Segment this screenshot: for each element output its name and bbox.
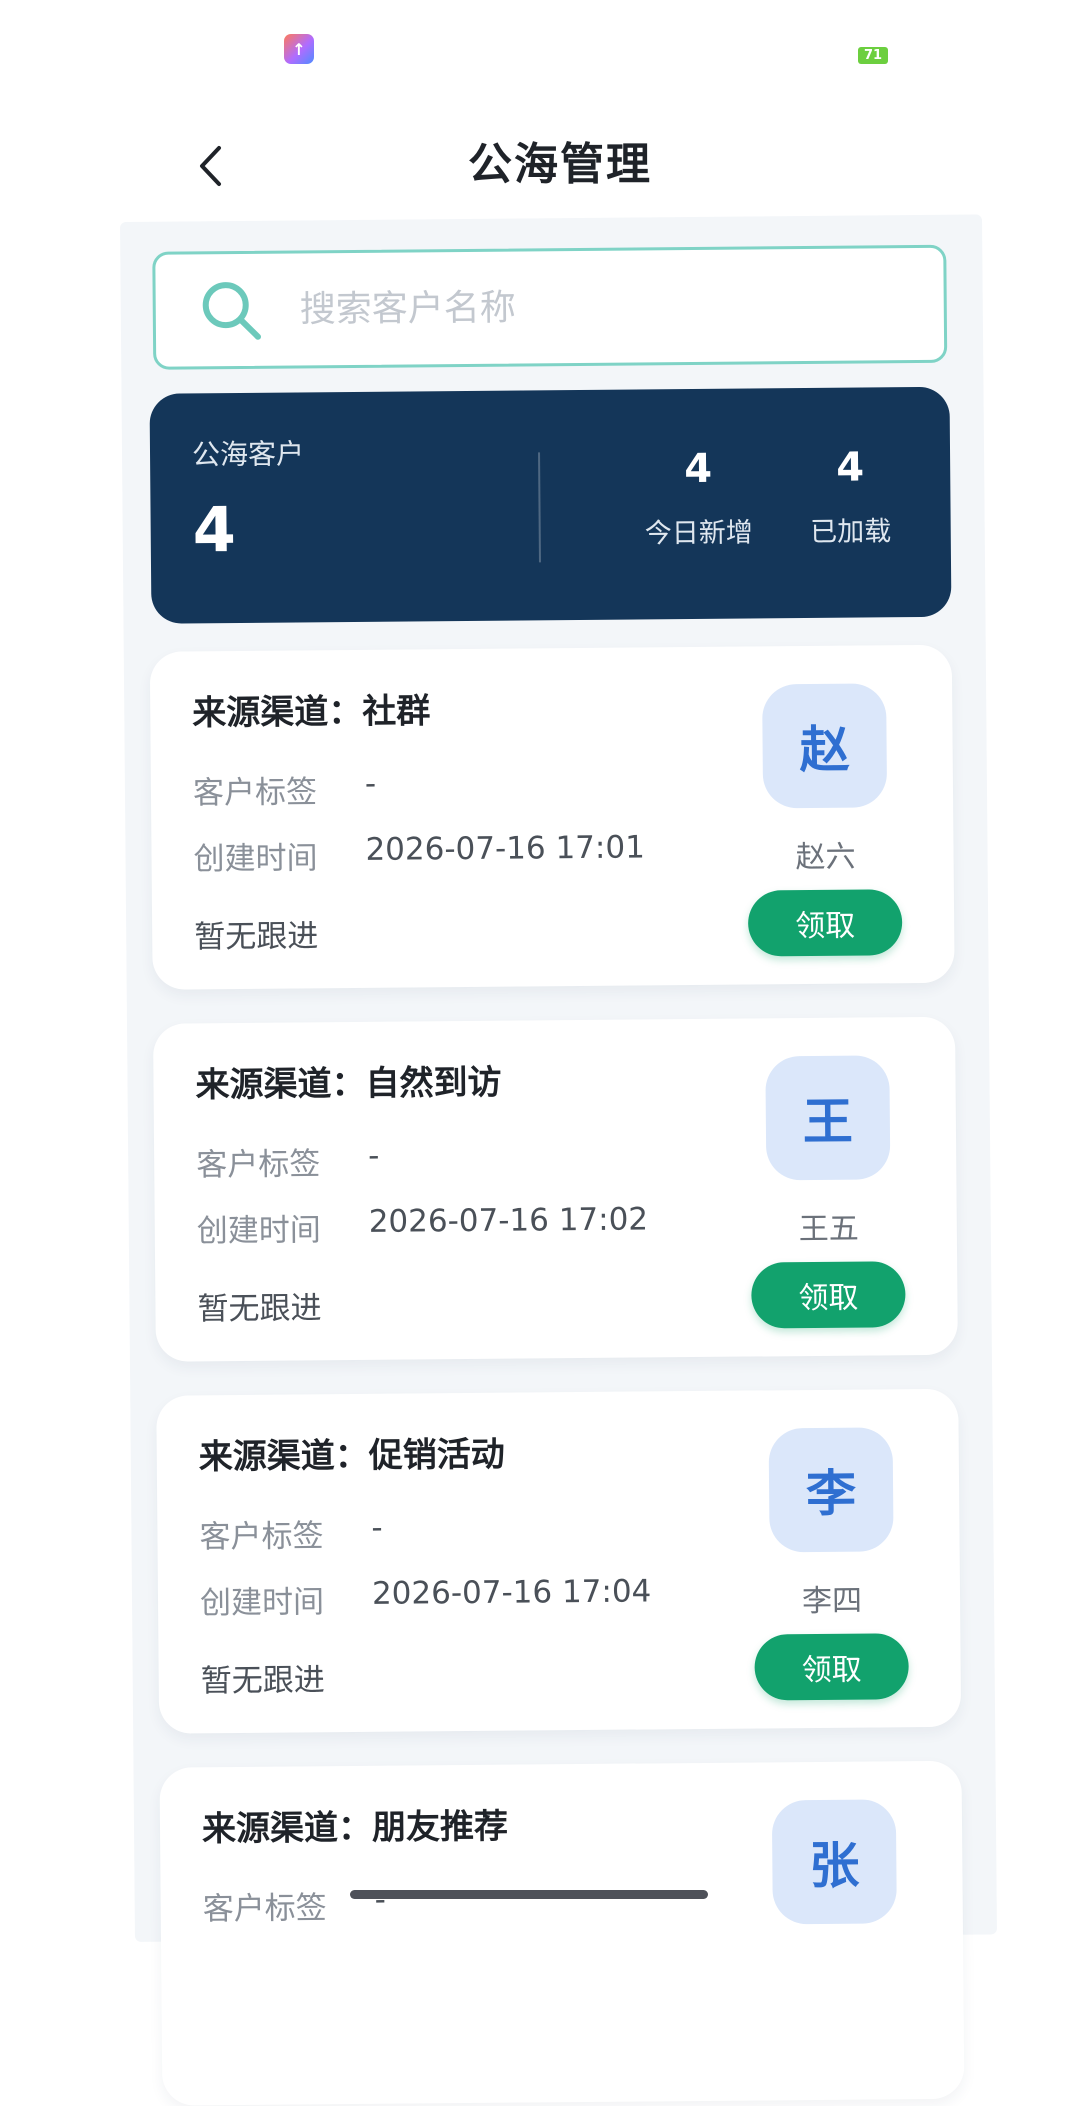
source-channel: 来源渠道：朋友推荐 — [201, 1806, 509, 1850]
source-channel: 来源渠道：自然到访 — [195, 1062, 502, 1106]
stats-card: 公海客户 4 4 今日新增 4 已加载 — [149, 386, 952, 624]
tag-label: 客户标签 — [192, 774, 318, 812]
avatar: 张 — [771, 1799, 897, 1925]
today-new-label: 今日新增 — [644, 517, 753, 550]
tag-value: - — [364, 765, 377, 802]
follow-up-status: 暂无跟进 — [200, 1662, 325, 1700]
customer-card[interactable]: 来源渠道：自然到访 客户标签 - 创建时间 2026-07-16 17:02 暂… — [152, 1016, 958, 1362]
tag-row: 客户标签 - — [203, 1882, 387, 1929]
claim-button[interactable]: 领取 — [754, 1633, 909, 1701]
tag-label: 客户标签 — [202, 1890, 327, 1928]
created-time-label: 创建时间 — [199, 1584, 325, 1622]
tag-value: - — [368, 1137, 380, 1174]
search-bar[interactable] — [152, 244, 948, 370]
source-channel: 来源渠道：促销活动 — [198, 1434, 505, 1478]
chevron-left-icon — [200, 146, 221, 186]
public-pool-customers-count: 4 — [192, 493, 237, 567]
tag-row: 客户标签 - — [193, 766, 377, 813]
avatar: 李 — [768, 1427, 894, 1553]
loaded-count: 4 — [836, 444, 865, 491]
back-button[interactable] — [190, 136, 230, 196]
tag-value: - — [371, 1509, 383, 1546]
tag-row: 客户标签 - — [196, 1138, 380, 1185]
customer-name: 王五 — [798, 1211, 859, 1248]
battery-indicator: 71 — [858, 47, 888, 64]
loaded-stat: 4 已加载 — [780, 443, 921, 549]
avatar: 王 — [765, 1055, 891, 1181]
customer-card[interactable]: 来源渠道：社群 客户标签 - 创建时间 2026-07-16 17:01 暂无跟… — [149, 644, 955, 990]
customer-card[interactable]: 来源渠道：促销活动 客户标签 - 创建时间 2026-07-16 17:04 暂… — [156, 1388, 962, 1734]
created-time-row: 创建时间 2026-07-16 17:04 — [200, 1573, 652, 1622]
claim-button[interactable]: 领取 — [751, 1261, 906, 1329]
source-channel: 来源渠道：社群 — [192, 691, 431, 734]
content-panel: 公海客户 4 4 今日新增 4 已加载 来源渠道：社群 客户标签 - 创建时间 … — [120, 214, 997, 2106]
created-time-row: 创建时间 2026-07-16 17:02 — [197, 1201, 649, 1250]
search-icon — [202, 282, 262, 340]
created-time-label: 创建时间 — [193, 840, 318, 878]
tag-value: - — [374, 1881, 386, 1918]
created-time-value: 2026-07-16 17:01 — [365, 829, 645, 868]
follow-up-status: 暂无跟进 — [197, 1290, 322, 1328]
created-time-row: 创建时间 2026-07-16 17:01 — [193, 829, 645, 878]
app-notification-icon: ↑ — [284, 34, 314, 64]
claim-button[interactable]: 领取 — [747, 889, 903, 957]
home-indicator[interactable] — [350, 1890, 708, 1899]
customer-card[interactable]: 来源渠道：朋友推荐 客户标签 - 张 — [159, 1760, 965, 2106]
tag-label: 客户标签 — [199, 1518, 324, 1556]
stats-divider — [538, 452, 541, 563]
tag-row: 客户标签 - — [199, 1510, 383, 1557]
search-input[interactable] — [297, 283, 862, 331]
public-pool-customers-label: 公海客户 — [191, 437, 305, 472]
follow-up-status: 暂无跟进 — [194, 918, 319, 956]
created-time-label: 创建时间 — [196, 1212, 321, 1250]
loaded-label: 已加载 — [810, 516, 892, 548]
customer-name: 赵六 — [795, 839, 856, 876]
tag-label: 客户标签 — [196, 1146, 321, 1184]
today-new-count: 4 — [684, 445, 713, 493]
created-time-value: 2026-07-16 17:02 — [368, 1201, 649, 1240]
today-new-stat: 4 今日新增 — [628, 444, 769, 550]
created-time-value: 2026-07-16 17:04 — [371, 1573, 652, 1612]
page-title: 公海管理 — [468, 139, 652, 190]
customer-name: 李四 — [801, 1583, 863, 1620]
avatar: 赵 — [762, 683, 888, 809]
